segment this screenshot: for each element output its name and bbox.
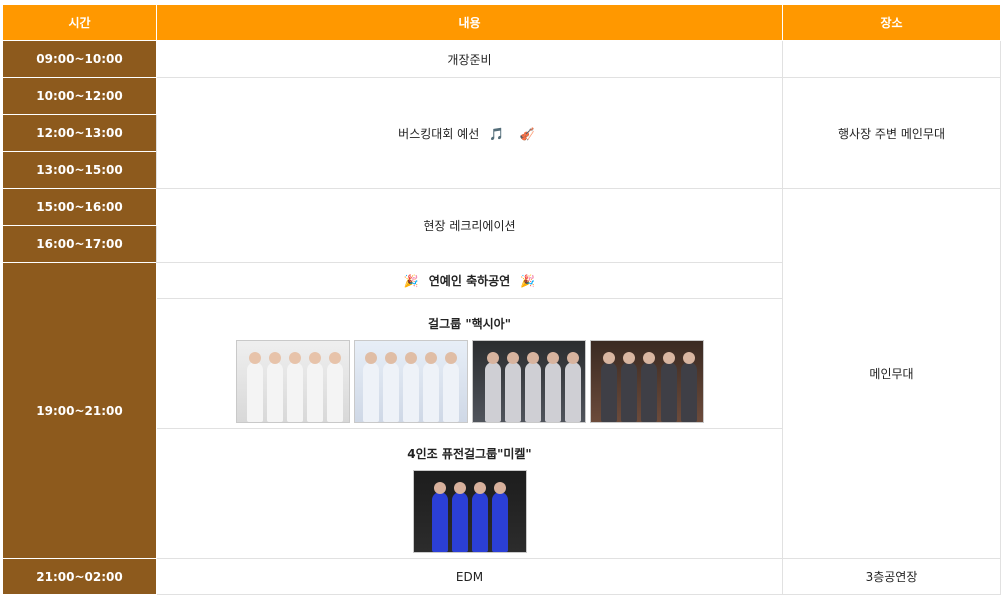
time-cell: 13:00~15:00 [2, 151, 157, 189]
music-note-icon: 🎵 [489, 126, 505, 141]
group-photo [353, 339, 468, 423]
time-cell: 09:00~10:00 [2, 40, 157, 78]
party-popper-icon: 🎉 [520, 274, 536, 288]
header-content: 내용 [156, 4, 783, 41]
schedule-table: 시간 내용 장소 09:00~10:00 개장준비 10:00~12:00 버스… [2, 4, 1001, 595]
violin-icon: 🎻 [519, 126, 535, 141]
content-edm: EDM [156, 558, 783, 595]
content-busking: 버스킹대회 예선 🎵 🎻 [156, 77, 783, 189]
group2-photos [157, 469, 782, 553]
content-group1: 걸그룹 "핵시아" [156, 298, 783, 429]
group1-title: 걸그룹 "핵시아" [428, 316, 511, 331]
busking-label: 버스킹대회 예선 [398, 126, 480, 141]
group-photo [589, 339, 704, 423]
content-recreation: 현장 레크리에이션 [156, 188, 783, 263]
time-cell: 21:00~02:00 [2, 558, 157, 595]
place-third-floor: 3층공연장 [782, 558, 1001, 595]
group-photo [412, 469, 527, 553]
content-group2: 4인조 퓨전걸그룹"미켈" [156, 428, 783, 559]
place-empty [782, 40, 1001, 78]
group1-photos [157, 339, 782, 423]
place-main-stage-area: 행사장 주변 메인무대 [782, 77, 1001, 189]
place-main-stage: 메인무대 [782, 188, 1001, 559]
group-photo [235, 339, 350, 423]
content-celebrity: 🎉 연예인 축하공연 🎉 [156, 262, 783, 299]
party-popper-icon: 🎉 [403, 274, 419, 288]
content-prep: 개장준비 [156, 40, 783, 78]
group2-title: 4인조 퓨전걸그룹"미켈" [407, 446, 532, 461]
header-place: 장소 [782, 4, 1001, 41]
time-cell: 15:00~16:00 [2, 188, 157, 226]
time-cell: 12:00~13:00 [2, 114, 157, 152]
header-time: 시간 [2, 4, 157, 41]
time-cell: 10:00~12:00 [2, 77, 157, 115]
time-cell: 16:00~17:00 [2, 225, 157, 263]
time-cell: 19:00~21:00 [2, 262, 157, 559]
celebrity-label: 연예인 축하공연 [428, 274, 511, 288]
group-photo [471, 339, 586, 423]
